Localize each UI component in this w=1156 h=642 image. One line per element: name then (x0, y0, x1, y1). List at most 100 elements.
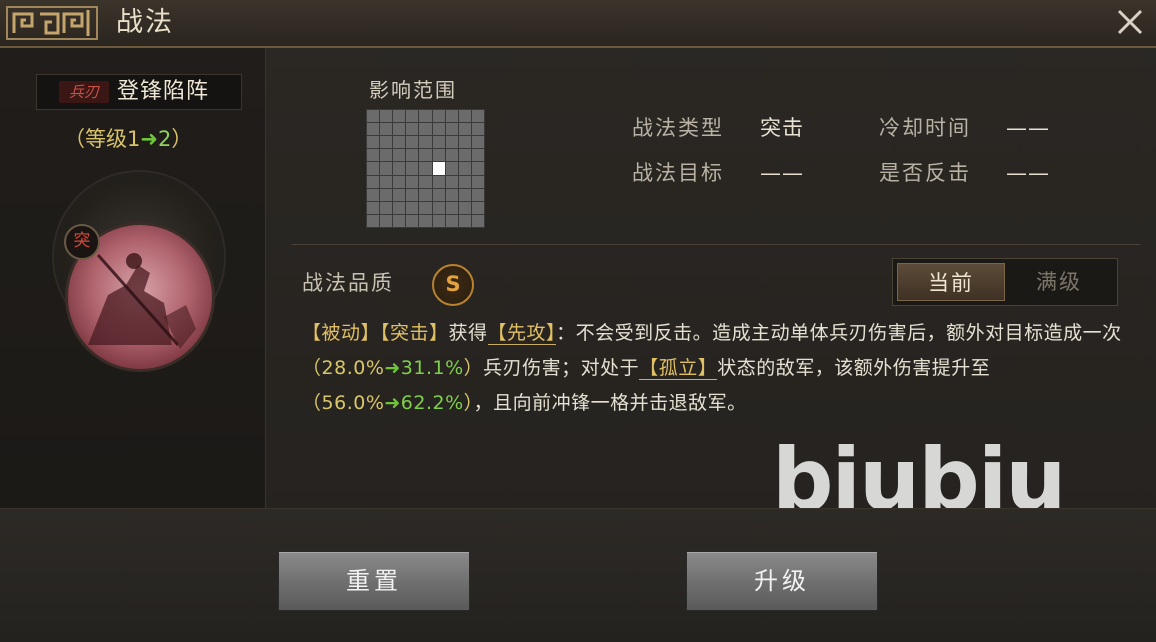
skill-type-label: 战法类型 (632, 116, 724, 140)
range-cell (393, 214, 406, 227)
skill-target-value: —— (760, 161, 804, 185)
keyword-passive: 【被动】 (302, 322, 381, 344)
percent-1-open: （ (302, 357, 322, 379)
range-cell (406, 214, 419, 227)
range-cell (458, 175, 471, 188)
range-cell (367, 175, 380, 188)
range-cell (367, 201, 380, 214)
range-cell (406, 110, 419, 123)
cooldown-label: 冷却时间 (879, 116, 971, 140)
desc-text-4: 状态的敌军，该额外伤害提升至 (717, 357, 991, 379)
range-cell (458, 110, 471, 123)
range-cell (445, 136, 458, 149)
range-cell (406, 149, 419, 162)
skill-name: 登锋陷阵 (117, 79, 210, 104)
keyword-assault: 【突击】 (380, 322, 449, 344)
reset-button[interactable]: 重置 (278, 551, 470, 611)
range-cell (458, 214, 471, 227)
percent-2-close: ） (463, 392, 474, 414)
window-title: 战法 (116, 7, 174, 38)
range-cell (419, 162, 432, 175)
assault-type-badge: 突 (64, 224, 100, 260)
range-cell (445, 175, 458, 188)
range-cell (406, 162, 419, 175)
close-icon[interactable] (1114, 6, 1146, 38)
range-cell (458, 188, 471, 201)
range-cell (432, 175, 445, 188)
range-cell (406, 188, 419, 201)
upgrade-button[interactable]: 升级 (686, 551, 878, 611)
level-to: 2 (157, 127, 172, 151)
percent-1-current: 28.0% (321, 357, 385, 379)
range-cell (393, 162, 406, 175)
skill-window: 战法 兵刃 登锋陷阵 （等级1➜2） 突 影响范围 战法类型 突击 冷却时间 —… (0, 0, 1156, 642)
range-cell (471, 123, 484, 136)
range-label: 影响范围 (369, 78, 457, 102)
range-cell (471, 201, 484, 214)
skill-target-label: 战法目标 (632, 161, 724, 185)
green-arrow-icon: ➜ (384, 392, 401, 414)
range-grid (366, 109, 485, 228)
range-cell (380, 136, 393, 149)
range-cell (419, 149, 432, 162)
percent-2-current: 56.0% (321, 392, 385, 414)
range-cell (380, 175, 393, 188)
desc-text-5: ，且向前冲锋一格并击退敌军。 (473, 392, 747, 414)
range-cell (458, 123, 471, 136)
range-cell (380, 123, 393, 136)
desc-text-1: 获得 (448, 322, 488, 344)
range-cell (432, 149, 445, 162)
range-cell (471, 110, 484, 123)
range-cell (380, 162, 393, 175)
range-cell (458, 201, 471, 214)
range-cell (458, 136, 471, 149)
range-cell (419, 201, 432, 214)
percent-1-next: 31.1% (400, 357, 464, 379)
range-cell (432, 201, 445, 214)
range-cell (367, 188, 380, 201)
action-bar: 重置 升级 (0, 508, 1156, 642)
toggle-current[interactable]: 当前 (897, 263, 1005, 301)
range-cell (393, 149, 406, 162)
percent-1-close: ） (463, 357, 484, 379)
range-cell (419, 175, 432, 188)
range-cell (471, 188, 484, 201)
toggle-max-level[interactable]: 满级 (1005, 263, 1113, 301)
range-cell (367, 123, 380, 136)
range-cell (406, 123, 419, 136)
skill-level: （等级1➜2） (64, 124, 192, 154)
range-cell (393, 188, 406, 201)
range-target-cell (432, 162, 445, 175)
range-cell (419, 123, 432, 136)
keyword-first-strike[interactable]: 【先攻】 (487, 322, 557, 345)
range-cell (393, 110, 406, 123)
range-cell (367, 149, 380, 162)
range-cell (471, 214, 484, 227)
range-cell (367, 162, 380, 175)
range-cell (432, 136, 445, 149)
green-arrow-icon: ➜ (140, 127, 158, 151)
range-cell (393, 175, 406, 188)
range-cell (432, 188, 445, 201)
skill-description: 【被动】【突击】获得【先攻】：不会受到反击。造成主动单体兵刃伤害后，额外对目标造… (302, 316, 1122, 421)
weapon-type-tag: 兵刃 (59, 81, 109, 103)
percent-2-open: （ (302, 392, 322, 414)
range-cell (393, 201, 406, 214)
range-cell (471, 136, 484, 149)
range-cell (432, 110, 445, 123)
ornament-icon (6, 6, 98, 40)
skill-type-value: 突击 (760, 116, 804, 140)
desc-text-2: ：不会受到反击。造成主动单体兵刃伤害后，额外对目标造成一次 (556, 322, 1122, 344)
range-cell (445, 214, 458, 227)
range-cell (380, 149, 393, 162)
range-cell (419, 188, 432, 201)
window-header: 战法 (0, 0, 1156, 48)
range-cell (432, 123, 445, 136)
keyword-isolated[interactable]: 【孤立】 (639, 357, 718, 380)
range-cell (471, 175, 484, 188)
green-arrow-icon: ➜ (384, 357, 401, 379)
range-cell (445, 149, 458, 162)
range-cell (471, 149, 484, 162)
level-view-toggle: 当前 满级 (892, 258, 1118, 306)
range-cell (445, 188, 458, 201)
